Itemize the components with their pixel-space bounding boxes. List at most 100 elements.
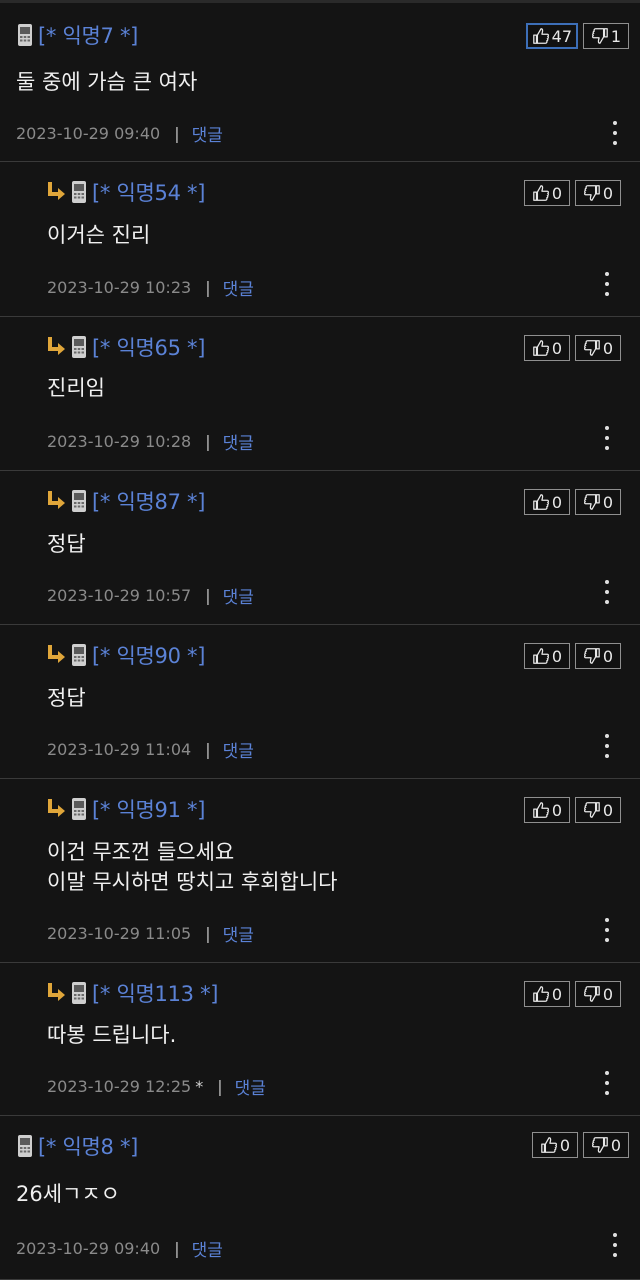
like-button[interactable]: 0 (532, 1132, 578, 1158)
dislike-count: 0 (610, 1135, 622, 1155)
comment-header: [* 익명7 *] (16, 20, 138, 50)
more-vertical-icon[interactable] (610, 1233, 620, 1257)
author-name[interactable]: [* 익명65 *] (92, 332, 205, 362)
author-name[interactable]: [* 익명113 *] (92, 978, 218, 1008)
like-count: 0 (551, 646, 563, 666)
dislike-button[interactable]: 0 (575, 180, 621, 206)
reply-comment: [* 익명113 *] 0 0 따봉 드립니다. 2023-10-29 12:25 * | 댓… (0, 963, 640, 1116)
reply-link[interactable]: 댓글 (223, 921, 254, 946)
reply-link[interactable]: 댓글 (192, 1236, 223, 1261)
like-button[interactable]: 0 (524, 180, 570, 206)
like-button[interactable]: 0 (524, 489, 570, 515)
reply-link[interactable]: 댓글 (223, 429, 254, 454)
thumbs-down-icon (583, 185, 600, 201)
like-button[interactable]: 0 (524, 797, 570, 823)
dislike-button[interactable]: 0 (575, 335, 621, 361)
like-button[interactable]: 47 (525, 23, 578, 49)
phone-icon (72, 181, 86, 203)
author-name[interactable]: [* 익명87 *] (92, 486, 205, 516)
dislike-button[interactable]: 0 (575, 643, 621, 669)
like-button[interactable]: 0 (524, 335, 570, 361)
comment-header: [* 익명8 *] (16, 1131, 138, 1161)
comment-date: 2023-10-29 09:40 (16, 1239, 161, 1258)
more-vertical-icon[interactable] (602, 272, 612, 296)
dislike-count: 0 (602, 984, 614, 1004)
comment-meta: 2023-10-29 10:57 | 댓글 (47, 583, 254, 608)
comment-body: 정답 (47, 532, 86, 556)
author-name[interactable]: [* 익명8 *] (38, 1131, 138, 1161)
like-count: 0 (551, 984, 563, 1004)
thumbs-up-icon (533, 802, 549, 818)
like-count: 0 (551, 800, 563, 820)
more-vertical-icon[interactable] (610, 121, 620, 145)
comment-body: 26세ㄱㅈㅇ (16, 1182, 121, 1206)
phone-icon (18, 24, 32, 46)
reply-link[interactable]: 댓글 (223, 737, 254, 762)
more-vertical-icon[interactable] (602, 1071, 612, 1095)
comment-meta: 2023-10-29 11:05 | 댓글 (47, 921, 254, 946)
comment-body: 따봉 드립니다. (47, 1023, 177, 1047)
meta-separator: | (217, 1077, 223, 1096)
dislike-button[interactable]: 0 (583, 1132, 629, 1158)
reply-link[interactable]: 댓글 (223, 275, 254, 300)
author-name[interactable]: [* 익명90 *] (92, 640, 205, 670)
comment-date: 2023-10-29 11:05 (47, 924, 192, 943)
thumbs-up-icon (533, 986, 549, 1002)
dislike-count: 0 (602, 800, 614, 820)
more-vertical-icon[interactable] (602, 734, 612, 758)
author-name[interactable]: [* 익명91 *] (92, 794, 205, 824)
like-button[interactable]: 0 (524, 981, 570, 1007)
author-name[interactable]: [* 익명54 *] (92, 177, 205, 207)
edited-marker: * (195, 1077, 204, 1096)
dislike-button[interactable]: 0 (575, 981, 621, 1007)
thumbs-up-icon (532, 28, 549, 44)
dislike-count: 0 (602, 183, 614, 203)
phone-icon (72, 798, 86, 820)
meta-separator: | (205, 278, 211, 297)
comment-header: [* 익명54 *] (47, 177, 205, 207)
like-button[interactable]: 0 (524, 643, 570, 669)
reply-link[interactable]: 댓글 (192, 121, 223, 146)
comment-body: 정답 (47, 686, 86, 710)
thumbs-down-icon (583, 494, 600, 510)
thumbs-up-icon (533, 494, 549, 510)
dislike-count: 0 (602, 492, 614, 512)
dislike-button[interactable]: 1 (583, 23, 629, 49)
vote-buttons: 00 (532, 1132, 629, 1158)
thumbs-down-icon (583, 340, 600, 356)
vote-buttons: 00 (524, 489, 621, 515)
reply-comment: [* 익명54 *] 0 0 이거슨 진리 2023-10-29 10:23 | 댓글 (0, 162, 640, 317)
thumbs-down-icon (583, 648, 600, 664)
comment-item: [* 익명7 *] 47 1 둘 중에 가슴 큰 여자 2023-10-29 09:40… (0, 3, 640, 162)
dislike-count: 0 (602, 646, 614, 666)
author-name[interactable]: [* 익명7 *] (38, 20, 138, 50)
reply-arrow-icon (48, 491, 65, 509)
thumbs-down-icon (591, 28, 608, 44)
more-vertical-icon[interactable] (602, 580, 612, 604)
comment-header: [* 익명90 *] (47, 640, 205, 670)
comment-header: [* 익명113 *] (47, 978, 218, 1008)
reply-link[interactable]: 댓글 (235, 1074, 266, 1099)
meta-separator: | (174, 124, 180, 143)
reply-comment: [* 익명65 *] 0 0 진리임 2023-10-29 10:28 | 댓글 (0, 317, 640, 471)
reply-link[interactable]: 댓글 (223, 583, 254, 608)
vote-buttons: 47 1 (525, 23, 629, 49)
vote-buttons: 00 (524, 797, 621, 823)
dislike-button[interactable]: 0 (575, 797, 621, 823)
reply-arrow-icon (48, 337, 65, 355)
comment-item: [* 익명8 *] 0 0 26세ㄱㅈㅇ 2023-10-29 09:40 | 댓글 (0, 1116, 640, 1280)
more-vertical-icon[interactable] (602, 918, 612, 942)
dislike-button[interactable]: 0 (575, 489, 621, 515)
comment-body: 이건 무조껀 들으세요 이말 무시하면 땅치고 후회합니다 (47, 840, 338, 894)
like-count: 0 (559, 1135, 571, 1155)
more-vertical-icon[interactable] (602, 426, 612, 450)
reply-comment: [* 익명87 *] 0 0 정답 2023-10-29 10:57 | 댓글 (0, 471, 640, 625)
comment-meta: 2023-10-29 09:40 | 댓글 (16, 1236, 223, 1261)
thumbs-down-icon (583, 802, 600, 818)
like-count: 0 (551, 492, 563, 512)
like-count: 47 (551, 26, 572, 46)
meta-separator: | (205, 432, 211, 451)
comment-date: 2023-10-29 10:57 (47, 586, 192, 605)
like-count: 0 (551, 183, 563, 203)
meta-separator: | (205, 740, 211, 759)
